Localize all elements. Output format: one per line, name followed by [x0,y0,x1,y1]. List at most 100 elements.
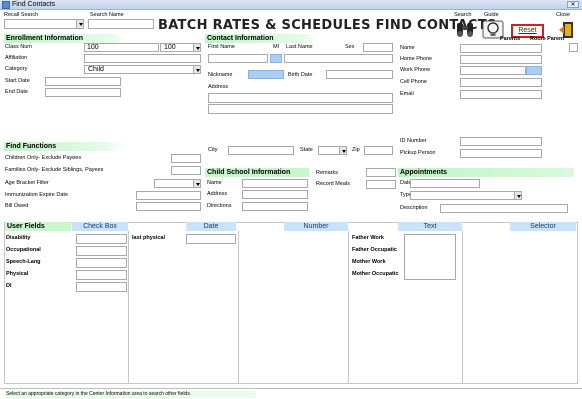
userfield-text-label: Mother Occupatic [352,271,399,277]
userfield-checkbox-label: Speech-Lang [6,259,41,265]
userfield-checkbox-label: Disability [6,235,31,241]
address-label: Address [208,84,229,90]
zip-label: Zip [352,147,360,153]
userfield-checkbox[interactable] [76,258,127,268]
find-contacts-window: Find Contacts ✕ Recall Search Search Nam… [0,0,582,399]
class-num-select-value: 100 [164,44,176,51]
appointment-description-input[interactable] [440,204,568,213]
userfield-checkbox[interactable] [76,282,127,292]
enrollment-section-title: Enrollment Information [4,34,128,43]
address-line1-input[interactable] [208,93,393,103]
id-number-input[interactable] [460,137,542,146]
end-date-label: End Date [5,89,28,95]
email-input[interactable] [460,90,542,99]
parent-name-input[interactable] [460,44,542,53]
status-bar: Select an appropriate category in the Ce… [0,388,582,399]
userfield-text-label: Father Occupatic [352,247,397,253]
school-directions-input[interactable] [242,202,308,211]
age-bracket-select[interactable] [154,179,201,188]
record-meals-input[interactable] [366,180,396,189]
cell-phone-input[interactable] [460,78,542,87]
school-address-input[interactable] [242,190,308,199]
userfield-text-input[interactable] [404,234,456,280]
close-label: Close [556,12,571,18]
status-message: Select an appropriate category in the Ce… [6,391,256,398]
category-select-value: Child [88,66,104,73]
bill-owed-label: Bill Owed [5,203,29,209]
city-input[interactable] [228,146,294,155]
contact-section-title: Contact Information [205,34,319,43]
email-label: Email [400,91,414,97]
window-close-button[interactable]: ✕ [567,1,579,8]
first-name-input[interactable] [208,54,268,63]
find-functions-section-title: Find Functions [4,142,124,151]
column-header-date: Date [186,222,236,231]
birth-date-label: Birth Date [288,72,313,78]
record-meals-label: Record Meals [316,181,350,187]
userfield-checkbox[interactable] [76,234,127,244]
bill-owed-input[interactable] [136,202,201,211]
families-only-checkbox[interactable] [171,166,201,175]
binoculars-icon[interactable] [453,19,475,37]
affiliation-input[interactable] [84,54,201,63]
mi-input[interactable] [270,54,282,63]
window-title: Find Contacts [12,1,56,8]
room-parent-checkbox[interactable] [569,43,578,52]
city-label: City [208,147,218,153]
home-phone-input[interactable] [460,55,542,64]
school-name-input[interactable] [242,179,308,188]
start-date-input[interactable] [45,77,121,86]
userfield-checkbox[interactable] [76,270,127,280]
class-num-input[interactable]: 100 [84,43,159,52]
userfield-date-input[interactable] [186,234,236,244]
children-only-checkbox[interactable] [171,154,201,163]
remarks-label: Remarks [316,170,339,176]
school-directions-label: Directions [207,203,232,209]
userfield-date-label: last physical [132,235,166,241]
room-parent-label: Room Parent [530,36,565,42]
appointment-date-input[interactable] [410,179,480,188]
guide-label: Guide [484,12,499,18]
sex-input[interactable] [363,43,393,52]
class-num-select[interactable]: 100 [160,43,201,52]
search-name-input[interactable] [88,19,154,29]
column-header-number: Number [284,222,348,231]
search-name-label: Search Name [90,12,124,18]
column-header-text: Text [398,222,462,231]
school-address-label: Address [207,191,228,197]
page-title: BATCH RATES & SCHEDULES FIND CONTACTS [158,18,497,33]
pickup-person-input[interactable] [460,149,542,158]
remarks-input[interactable] [366,168,396,177]
cell-phone-label: Cell Phone [400,79,427,85]
affiliation-label: Affiliation [5,55,28,61]
userfield-text-label: Mother Work [352,259,386,265]
appointment-type-select[interactable] [410,191,522,200]
state-label: State [300,147,313,153]
nickname-input[interactable] [248,70,284,79]
address-line2-input[interactable] [208,104,393,114]
userfield-checkbox[interactable] [76,246,127,256]
category-label: Category [5,66,28,72]
user-fields-section-title: User Fields [5,222,71,231]
birth-date-input[interactable] [326,70,393,79]
state-select[interactable] [318,146,347,155]
work-phone-input[interactable] [460,66,526,75]
home-phone-label: Home Phone [400,56,433,62]
nickname-label: Nickname [208,72,233,78]
title-bar: Find Contacts ✕ [0,0,582,10]
first-name-label: First Name [208,44,235,50]
column-divider [238,231,239,384]
end-date-input[interactable] [45,88,121,97]
work-phone-ext-input[interactable] [526,66,542,75]
work-phone-label: Work Phone [400,67,431,73]
category-select[interactable]: Child [84,65,201,74]
school-section-title: Child School Information [205,168,309,177]
appointments-section-title: Appointments [398,168,574,177]
parents-label: Parents [500,36,521,42]
zip-input[interactable] [364,146,393,155]
last-name-input[interactable] [284,54,393,63]
last-name-label: Last Name [286,44,313,50]
recall-search-select[interactable] [4,19,84,29]
app-icon [2,1,10,9]
immunization-input[interactable] [136,191,201,200]
